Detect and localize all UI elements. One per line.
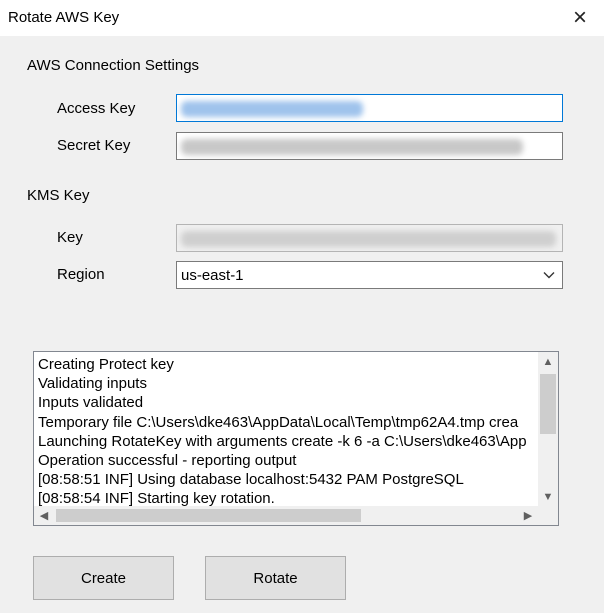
aws-connection-settings-label: AWS Connection Settings — [27, 57, 200, 74]
access-key-input[interactable] — [176, 94, 563, 122]
log-line: Operation successful - reporting output — [38, 452, 297, 470]
rotate-button[interactable]: Rotate — [205, 556, 346, 600]
log-line: Creating Protect key — [38, 356, 174, 373]
redacted-kms-key — [181, 231, 556, 247]
output-log[interactable]: Creating Protect key Validating inputs I… — [33, 351, 559, 526]
vertical-scroll-thumb[interactable] — [540, 374, 556, 434]
log-line: Validating inputs — [38, 375, 147, 393]
region-label: Region — [57, 266, 105, 283]
log-line: [08:58:51 INF] Using database localhost:… — [38, 471, 464, 489]
secret-key-label: Secret Key — [57, 137, 131, 154]
key-label: Key — [57, 229, 83, 246]
horizontal-scroll-thumb[interactable] — [56, 509, 361, 522]
access-key-label: Access Key — [57, 100, 136, 117]
redacted-access-key — [181, 101, 363, 117]
log-line: Launching RotateKey with arguments creat… — [38, 432, 527, 450]
region-select[interactable]: us-east-1 — [176, 261, 563, 289]
log-line: Inputs validated — [38, 394, 144, 412]
scrollbar-corner — [538, 506, 558, 525]
close-icon[interactable]: × — [566, 4, 594, 32]
scroll-up-icon[interactable]: ▲ — [538, 352, 558, 372]
create-button[interactable]: Create — [33, 556, 174, 600]
scroll-right-icon[interactable]: ▶ — [518, 506, 538, 525]
region-value: us-east-1 — [181, 267, 244, 284]
scroll-left-icon[interactable]: ◀ — [34, 506, 54, 525]
chevron-down-icon — [543, 272, 555, 279]
secret-key-input[interactable] — [176, 132, 563, 160]
redacted-secret-key — [181, 139, 523, 155]
vertical-scrollbar[interactable]: ▲ ▼ — [538, 352, 558, 507]
title-bar: Rotate AWS Key × — [0, 0, 604, 36]
horizontal-scrollbar[interactable]: ◀ ▶ — [34, 506, 538, 525]
scroll-down-icon[interactable]: ▼ — [538, 487, 558, 507]
kms-key-label: KMS Key — [27, 187, 90, 204]
log-lines: Creating Protect key Validating inputs I… — [38, 355, 535, 508]
window-title: Rotate AWS Key — [8, 9, 120, 26]
log-line: Temporary file C:\Users\dke463\AppData\L… — [38, 413, 519, 431]
kms-key-input[interactable] — [176, 224, 563, 252]
